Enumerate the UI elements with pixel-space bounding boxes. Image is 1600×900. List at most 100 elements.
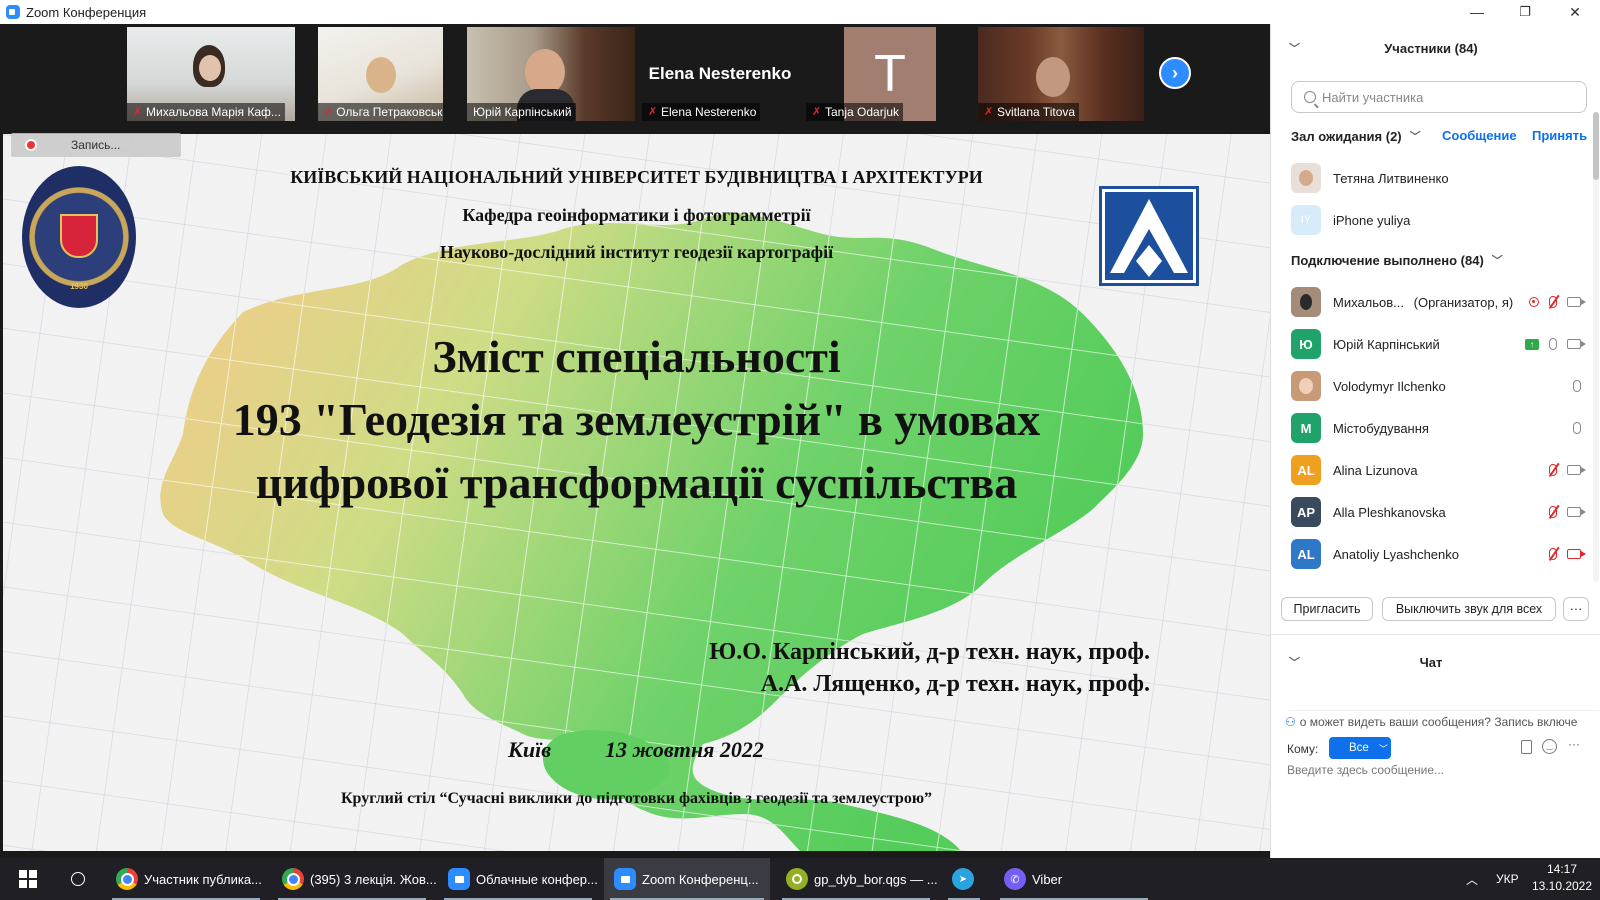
waiting-message-button[interactable]: Сообщение bbox=[1442, 128, 1517, 143]
taskbar-app-viber[interactable]: ✆ Viber bbox=[994, 858, 1154, 900]
gallery-next-page-button[interactable]: › bbox=[1159, 57, 1191, 89]
slide-footer-event: Круглий стіл “Сучасні виклики до підгото… bbox=[340, 790, 933, 807]
minimize-button[interactable]: — bbox=[1454, 0, 1500, 24]
mic-muted-icon: ✗ bbox=[133, 106, 143, 118]
waiting-participant-row[interactable]: Тетяна Литвиненко bbox=[1291, 158, 1591, 198]
file-icon[interactable] bbox=[1521, 740, 1532, 754]
participant-row[interactable]: AP Alla Pleshkanovska bbox=[1291, 492, 1591, 532]
participant-row[interactable]: Volodymyr Ilchenko bbox=[1291, 366, 1591, 406]
start-button[interactable] bbox=[16, 858, 40, 900]
search-button[interactable] bbox=[66, 858, 90, 900]
clock[interactable]: 14:17 13.10.2022 bbox=[1528, 862, 1596, 893]
slide-author-2: А.А. Лященко, д-р техн. наук, проф. bbox=[760, 671, 1150, 697]
waiting-participant-row[interactable]: IY iPhone yuliya bbox=[1291, 200, 1591, 240]
participant-row[interactable]: M Містобудування bbox=[1291, 408, 1591, 448]
video-tile-active-speaker[interactable]: Юрій Карпінський bbox=[467, 27, 635, 121]
video-tile[interactable]: ✗ Svitlana Titova bbox=[978, 27, 1144, 121]
mic-icon[interactable] bbox=[1573, 380, 1581, 392]
mic-muted-icon: ✗ bbox=[648, 106, 658, 118]
camera-icon[interactable] bbox=[1567, 339, 1586, 349]
restore-button[interactable]: ❐ bbox=[1502, 0, 1548, 24]
waiting-room-section[interactable]: Зал ожидания (2) ﹀ bbox=[1291, 128, 1421, 144]
participant-row[interactable]: AL Anatoliy Lyashchenko bbox=[1291, 534, 1591, 574]
scrollbar-thumb[interactable] bbox=[1593, 112, 1599, 180]
chevron-down-icon[interactable]: ﹀ bbox=[1289, 40, 1300, 56]
avatar: Ю bbox=[1291, 329, 1321, 359]
participants-more-button[interactable]: ··· bbox=[1563, 597, 1589, 621]
search-icon bbox=[1304, 91, 1316, 103]
qgis-icon bbox=[786, 868, 808, 890]
chat-recipient-select[interactable]: Все ﹀ bbox=[1329, 737, 1391, 759]
mic-muted-icon: ✗ bbox=[812, 106, 822, 118]
emoji-icon[interactable]: ‿ bbox=[1542, 739, 1557, 754]
slide-department: Кафедра геоінформатики і фотограмметрії bbox=[462, 205, 811, 225]
mic-muted-icon[interactable] bbox=[1549, 506, 1557, 518]
mic-muted-icon: ✗ bbox=[984, 106, 994, 118]
chevron-down-icon[interactable]: ﹀ bbox=[1289, 654, 1300, 670]
recording-dot-icon bbox=[25, 139, 37, 151]
shared-screen-slide: 1930 КИЇВСЬКИЙ НАЦІОНАЛЬНИЙ УНІВЕРСИТЕТ … bbox=[3, 134, 1270, 851]
chevron-down-icon: ﹀ bbox=[1491, 255, 1503, 267]
participants-header: ﹀ Участники (84) bbox=[1289, 40, 1478, 56]
mic-icon[interactable] bbox=[1573, 422, 1581, 434]
taskbar-app-chrome[interactable]: Участник публика... bbox=[106, 858, 266, 900]
camera-off-icon[interactable] bbox=[1567, 549, 1586, 559]
video-tile[interactable]: ✗ Ольга Петраковська bbox=[318, 27, 443, 121]
people-icon: ⚇ bbox=[1285, 715, 1296, 729]
window-titlebar: Zoom Конференция — ❐ ✕ bbox=[0, 0, 1600, 24]
taskbar-app-telegram[interactable]: ➤ bbox=[942, 858, 986, 900]
participants-chat-panel: ﹀ Участники (84) Найти участника Зал ожи… bbox=[1270, 24, 1600, 858]
clock-time: 14:17 bbox=[1546, 862, 1578, 876]
mic-icon[interactable] bbox=[1549, 338, 1557, 350]
keyboard-language-indicator[interactable]: УКР bbox=[1496, 858, 1519, 900]
windows-logo-icon bbox=[19, 870, 37, 888]
mute-all-button[interactable]: Выключить звук для всех bbox=[1382, 597, 1556, 621]
avatar: M bbox=[1291, 413, 1321, 443]
video-tile[interactable]: T ✗ Tanja Odarjuk bbox=[806, 27, 936, 121]
screen-share-icon: ↑ bbox=[1525, 338, 1539, 350]
chevron-down-icon: ﹀ bbox=[1409, 131, 1421, 143]
camera-icon[interactable] bbox=[1567, 465, 1586, 475]
avatar: AP bbox=[1291, 497, 1321, 527]
participant-row[interactable]: Ю Юрій Карпінський ↑ bbox=[1291, 324, 1591, 364]
slide-title-line-3: цифрової трансформації суспільства bbox=[255, 457, 1018, 508]
slide-date: 13 жовтня 2022 bbox=[605, 737, 764, 762]
meeting-area: ✗ Михальова Марія Каф... ✗ Ольга Петраковс… bbox=[0, 24, 1270, 858]
camera-icon[interactable] bbox=[1567, 297, 1586, 307]
mic-muted-icon[interactable] bbox=[1549, 296, 1557, 308]
taskbar-app-qgis[interactable]: gp_dyb_bor.qgs — ... bbox=[776, 858, 938, 900]
participant-row[interactable]: Михальов... (Организатор, я) bbox=[1291, 282, 1591, 322]
waiting-admit-button[interactable]: Принять bbox=[1532, 128, 1587, 143]
window-title: Zoom Конференция bbox=[26, 4, 147, 20]
avatar: IY bbox=[1291, 205, 1321, 235]
connected-section[interactable]: Подключение выполнено (84) ﹀ bbox=[1291, 252, 1503, 268]
participant-search-input[interactable]: Найти участника bbox=[1291, 81, 1587, 113]
camera-icon[interactable] bbox=[1567, 507, 1586, 517]
avatar bbox=[1291, 371, 1321, 401]
video-tile[interactable]: ✗ Михальова Марія Каф... bbox=[127, 27, 295, 121]
invite-button[interactable]: Пригласить bbox=[1281, 597, 1373, 621]
avatar bbox=[1291, 163, 1321, 193]
participants-scrollbar[interactable] bbox=[1593, 112, 1599, 582]
participant-row[interactable]: AL Alina Lizunova bbox=[1291, 450, 1591, 490]
taskbar-app-zoom-meeting[interactable]: Zoom Конференц... bbox=[604, 858, 770, 900]
tray-chevron-up-icon[interactable]: ︿ bbox=[1466, 858, 1480, 900]
mic-muted-icon[interactable] bbox=[1549, 464, 1557, 476]
avatar: AL bbox=[1291, 455, 1321, 485]
chat-privacy-notice[interactable]: ⚇ о может видеть ваши сообщения? Запись … bbox=[1285, 712, 1600, 732]
video-tile: ✗ Elena Nesterenko bbox=[642, 27, 798, 121]
chat-recipient-label: Кому: bbox=[1287, 742, 1319, 756]
zoom-app-icon bbox=[6, 5, 20, 19]
taskbar-app-zoom-cloud[interactable]: Облачные конфер... bbox=[438, 858, 598, 900]
taskbar-app-chrome-2[interactable]: (395) 3 лекція. Жов... bbox=[272, 858, 437, 900]
slide-institute: Науково-дослідний інститут геодезії карт… bbox=[439, 242, 834, 262]
close-button[interactable]: ✕ bbox=[1552, 0, 1598, 24]
recording-indicator[interactable]: Запись... bbox=[11, 133, 181, 157]
mic-muted-icon[interactable] bbox=[1549, 548, 1557, 560]
recording-icon bbox=[1529, 297, 1539, 307]
video-gallery-strip: ✗ Михальова Марія Каф... ✗ Ольга Петраковс… bbox=[0, 24, 1270, 134]
viber-icon: ✆ bbox=[1004, 868, 1026, 890]
chat-more-button[interactable]: ··· bbox=[1568, 737, 1580, 751]
participant-name-tag: ✗ Elena Nesterenko bbox=[642, 103, 761, 121]
chat-message-input[interactable]: Введите здесь сообщение... bbox=[1287, 763, 1587, 783]
